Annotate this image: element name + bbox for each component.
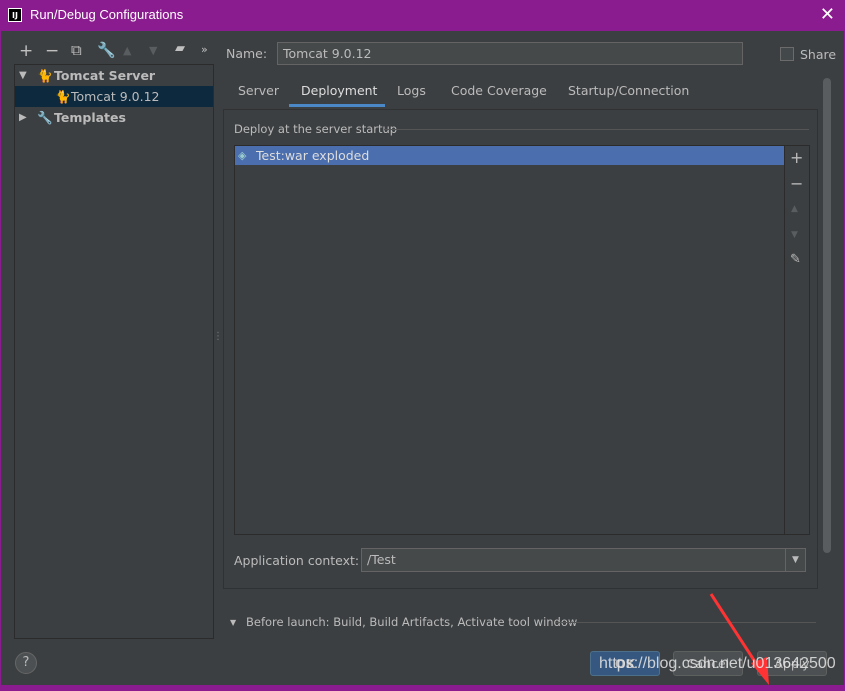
tree-item-tomcat-9[interactable]: 🐈 Tomcat 9.0.12 [15, 86, 213, 107]
divider [384, 129, 809, 130]
intellij-logo-icon: IJ [8, 8, 22, 22]
minus-icon[interactable]: − [45, 41, 59, 61]
wrench-icon: 🔧 [37, 110, 53, 125]
help-button[interactable]: ? [15, 652, 37, 674]
watermark: https://blog.csdn.net/u013642500 [599, 655, 836, 672]
list-item[interactable]: ◈ Test:war exploded [235, 146, 784, 165]
config-tree: ▼ 🐈 Tomcat Server 🐈 Tomcat 9.0.12 ▶ 🔧 Te… [14, 64, 214, 639]
remove-icon[interactable]: − [790, 174, 803, 193]
add-icon[interactable]: + [790, 148, 803, 167]
more-icon[interactable]: » [201, 43, 208, 56]
tree-label: Templates [54, 110, 126, 125]
name-label: Name: [226, 46, 268, 61]
move-down-icon[interactable]: ▼ [791, 230, 798, 240]
plus-icon[interactable]: + [19, 41, 33, 61]
share-label: Share [800, 47, 837, 62]
tab-startup-connection[interactable]: Startup/Connection [568, 83, 689, 98]
name-input[interactable]: Tomcat 9.0.12 [277, 42, 743, 65]
annotation-arrow [709, 593, 769, 685]
tree-label: Tomcat Server [54, 68, 156, 83]
tomcat-icon: 🐈 [37, 68, 53, 83]
scrollbar[interactable] [823, 78, 831, 553]
tab-logs[interactable]: Logs [397, 83, 426, 98]
tree-item-tomcat-server[interactable]: ▼ 🐈 Tomcat Server [15, 65, 213, 86]
tab-deployment[interactable]: Deployment [301, 83, 377, 98]
arrow-up-icon[interactable]: ▲ [123, 44, 131, 57]
move-up-icon[interactable]: ▲ [791, 204, 798, 214]
deployment-list: ◈ Test:war exploded + − ▲ ▼ ✎ [234, 145, 810, 535]
folder-add-icon[interactable]: ▰ [175, 41, 185, 56]
tab-code-coverage[interactable]: Code Coverage [451, 83, 547, 98]
arrow-down-icon[interactable]: ▼ [149, 44, 157, 57]
tab-server[interactable]: Server [238, 83, 279, 98]
share-checkbox[interactable] [780, 47, 794, 61]
splitter-handle[interactable]: ⋮ [213, 331, 223, 342]
chevron-down-icon[interactable]: ▼ [785, 548, 806, 572]
wrench-icon[interactable]: 🔧 [97, 41, 116, 59]
close-icon[interactable]: ✕ [820, 4, 835, 25]
title-bar: IJ Run/Debug Configurations ✕ [0, 0, 845, 31]
dialog: + − ⧉ 🔧 ▲ ▼ ▰ » ▼ 🐈 Tomcat Server 🐈 Tomc… [1, 31, 844, 685]
app-context-input[interactable]: /Test [361, 548, 786, 572]
window-title: Run/Debug Configurations [30, 7, 184, 22]
before-launch-label[interactable]: Before launch: Build, Build Artifacts, A… [246, 615, 577, 629]
expand-arrow-icon[interactable]: ▼ [230, 618, 236, 627]
list-item-label: Test:war exploded [256, 148, 370, 163]
tomcat-icon: 🐈 [55, 89, 71, 104]
tree-item-templates[interactable]: ▶ 🔧 Templates [15, 107, 213, 128]
divider [784, 146, 785, 534]
deploy-section-label: Deploy at the server startup [234, 122, 398, 136]
edit-pencil-icon[interactable]: ✎ [790, 252, 801, 267]
artifact-icon: ◈ [238, 149, 247, 162]
collapse-arrow-icon[interactable]: ▼ [19, 65, 27, 86]
copy-icon[interactable]: ⧉ [71, 41, 82, 59]
expand-arrow-icon[interactable]: ▶ [19, 107, 27, 128]
tree-label: Tomcat 9.0.12 [71, 89, 160, 104]
active-tab-indicator [289, 104, 385, 107]
app-context-label: Application context: [234, 553, 360, 568]
